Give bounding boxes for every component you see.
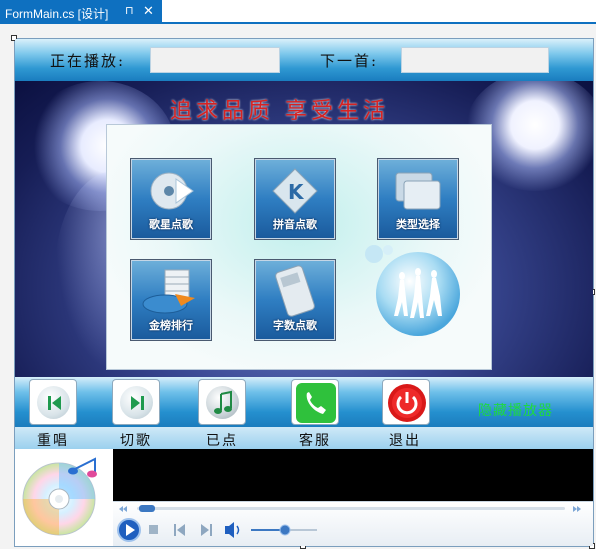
menu-tile-label: 字数点歌 (273, 319, 317, 332)
seek-forward-icon (573, 506, 577, 512)
menu-tile-label: 金榜排行 (149, 319, 193, 332)
menu-tile-singer[interactable]: 歌星点歌 (130, 158, 212, 240)
video-display[interactable] (113, 449, 593, 501)
seek-thumb (139, 505, 155, 512)
album-art (15, 449, 114, 545)
dancers-bubble-icon (365, 245, 460, 336)
tab-title: FormMain.cs [设计] (5, 7, 109, 21)
menu-tile-stroke[interactable]: 字数点歌 (254, 259, 336, 341)
replay-button[interactable] (29, 379, 77, 425)
replay-label: 重唱 (37, 433, 69, 449)
hide-player-link[interactable]: 隐藏播放器 (478, 400, 553, 420)
menu-tile-label: 类型选择 (396, 218, 440, 231)
queued-button[interactable] (198, 379, 246, 425)
next-song-field[interactable] (401, 47, 549, 73)
menu-tile-pinyin[interactable]: K 拼音点歌 (254, 158, 336, 240)
player-controls-graphics (117, 505, 581, 542)
music-note-icon (214, 390, 232, 414)
seek-back-icon (123, 506, 127, 512)
pin-icon[interactable]: ⊓ (125, 4, 134, 17)
volume-icon (225, 522, 234, 538)
cd-music-icon (22, 457, 97, 536)
service-label: 客服 (299, 433, 331, 449)
now-playing-field[interactable] (150, 47, 280, 73)
skip-button[interactable] (112, 379, 160, 425)
exit-button[interactable] (382, 379, 430, 425)
next-song-label: 下一首: (320, 52, 379, 70)
now-playing-label: 正在播放: (50, 52, 126, 70)
queued-label: 已点 (206, 433, 238, 449)
replay-icon (48, 396, 61, 410)
menu-tile-label: 歌星点歌 (149, 218, 193, 231)
menu-tile-ranking[interactable]: 金榜排行 (130, 259, 212, 341)
previous-icon (177, 524, 185, 536)
service-button[interactable] (291, 379, 339, 425)
media-player-controls (113, 501, 593, 546)
menu-tile-label: 拼音点歌 (273, 218, 317, 231)
slogan-text: 追求品质 享受生活 (170, 99, 389, 124)
close-icon[interactable]: ✕ (143, 3, 154, 19)
skip-label: 切歌 (120, 433, 152, 449)
skip-icon (131, 396, 144, 410)
svg-text:K: K (288, 180, 305, 204)
menu-tile-category[interactable]: 类型选择 (377, 158, 459, 240)
next-icon (201, 524, 209, 536)
exit-label: 退出 (389, 433, 421, 449)
power-icon (388, 384, 426, 422)
stop-icon (149, 525, 158, 534)
volume-slider-thumb (279, 524, 291, 536)
phone-icon (296, 383, 336, 423)
document-tab[interactable]: FormMain.cs [设计] ⊓ ✕ (0, 0, 162, 24)
